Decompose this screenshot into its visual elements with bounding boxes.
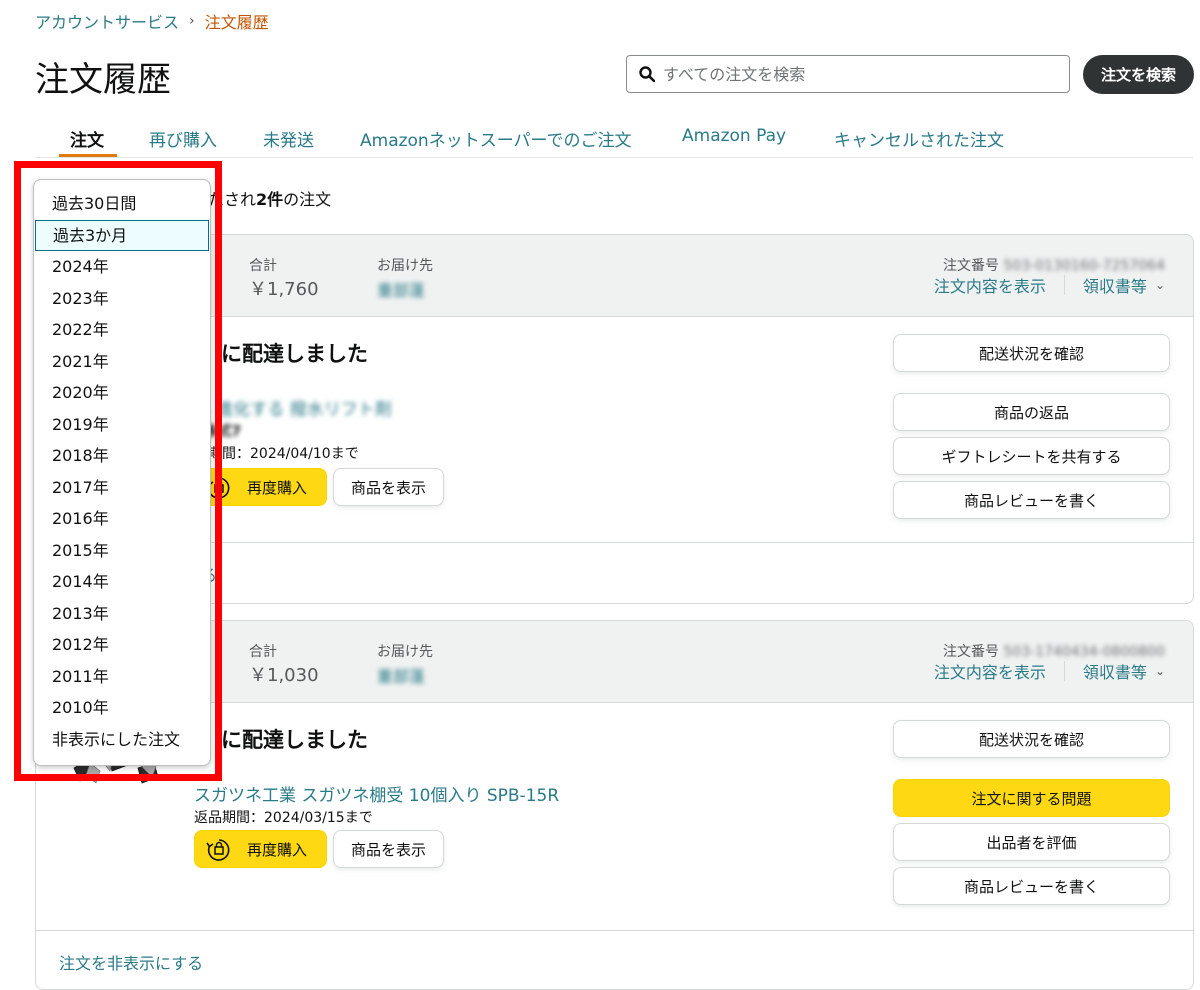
count-suffix: の注文	[283, 190, 332, 209]
ship-to-name[interactable]: 重部蓬	[377, 663, 425, 687]
dropdown-option[interactable]: 2010年	[34, 692, 210, 724]
share-gift-receipt-button[interactable]: ギフトレシートを共有する	[893, 437, 1170, 475]
track-package-button[interactable]: 配送状況を確認	[893, 720, 1170, 758]
tab-amazon-pay[interactable]: Amazon Pay	[682, 126, 786, 146]
dropdown-option[interactable]: 2021年	[34, 346, 210, 378]
rate-seller-button[interactable]: 出品者を評価	[893, 823, 1170, 861]
active-tab-indicator	[59, 154, 117, 157]
ship-to-name[interactable]: 重部蓬	[377, 277, 425, 301]
page-title: 注文履歴	[35, 60, 171, 100]
order-count-text: たされ2件の注文	[208, 186, 331, 210]
view-item-button[interactable]: 商品を表示	[333, 830, 444, 868]
dropdown-option[interactable]: 2013年	[34, 598, 210, 630]
receipt-link[interactable]: 領収書等	[1083, 273, 1147, 297]
view-order-details-link[interactable]: 注文内容を表示	[934, 659, 1046, 683]
receipt-link[interactable]: 領収書等	[1083, 659, 1147, 683]
hide-order-link[interactable]: 注文を非表示にする	[59, 950, 203, 974]
delivery-status: に配達しました	[221, 728, 368, 752]
time-range-dropdown[interactable]: 過去30日間 過去3か月 2024年 2023年 2022年 2021年 202…	[33, 179, 211, 766]
chevron-down-icon[interactable]: ⌄	[1155, 278, 1165, 292]
buy-again-button[interactable]: 再度購入	[194, 468, 327, 506]
tab-net-super[interactable]: Amazonネットスーパーでのご注文	[360, 126, 632, 151]
delivery-status: に配達しました	[221, 342, 368, 366]
product-name-link[interactable]: スガツネ工業 スガツネ棚受 10個入り SPB-15R	[194, 781, 559, 806]
search-icon	[639, 66, 655, 82]
breadcrumb-separator: ›	[189, 13, 195, 29]
search-input[interactable]	[663, 64, 1043, 84]
breadcrumb-account-service[interactable]: アカウントサービス	[35, 9, 179, 33]
tab-cancelled[interactable]: キャンセルされた注文	[834, 126, 1004, 151]
count-prefix-2: され	[224, 190, 257, 209]
buy-again-button[interactable]: 再度購入	[194, 830, 327, 868]
total-label: 合計	[249, 644, 277, 660]
dropdown-option[interactable]: 2011年	[34, 661, 210, 693]
order-number: 503-0130160-7257064	[1003, 258, 1165, 274]
dropdown-option-selected[interactable]: 過去3か月	[35, 219, 209, 251]
card-divider	[36, 930, 1193, 931]
return-item-button[interactable]: 商品の返品	[893, 393, 1170, 431]
total-label: 合計	[249, 258, 277, 274]
order-number-line: 注文番号 503-0130160-7257064	[943, 255, 1165, 275]
breadcrumb: アカウントサービス › 注文履歴	[35, 9, 269, 33]
search-orders-button[interactable]: 注文を検索	[1083, 55, 1194, 94]
write-review-button[interactable]: 商品レビューを書く	[893, 481, 1170, 519]
order-number-label: 注文番号	[943, 644, 1000, 660]
dropdown-option[interactable]: 2024年	[34, 251, 210, 283]
order-number-line: 注文番号 503-1740434-0800800	[943, 641, 1165, 661]
write-review-button[interactable]: 商品レビューを書く	[893, 867, 1170, 905]
order-header-links: 注文内容を表示 領収書等 ⌄	[934, 273, 1165, 297]
dropdown-option[interactable]: 2023年	[34, 283, 210, 315]
dropdown-option[interactable]: 2015年	[34, 535, 210, 567]
dropdown-option[interactable]: 2012年	[34, 629, 210, 661]
buy-again-icon	[206, 839, 230, 861]
dropdown-option[interactable]: 2017年	[34, 472, 210, 504]
search-box[interactable]	[626, 55, 1070, 93]
chevron-down-icon[interactable]: ⌄	[1155, 664, 1165, 678]
order-number: 503-1740434-0800800	[1003, 644, 1165, 660]
product-name-link[interactable]: し 進化する 撥水リフト剤	[194, 395, 392, 420]
breadcrumb-current: 注文履歴	[204, 13, 269, 32]
order-header-links: 注文内容を表示 領収書等 ⌄	[934, 659, 1165, 683]
dropdown-option[interactable]: 2020年	[34, 377, 210, 409]
dropdown-option[interactable]: 2018年	[34, 440, 210, 472]
order-total: ￥1,030	[249, 665, 319, 686]
order-tabs: 注文 再び購入 未発送 Amazonネットスーパーでのご注文 Amazon Pa…	[35, 118, 1193, 158]
tab-buy-again[interactable]: 再び購入	[149, 126, 217, 151]
header-divider	[1063, 661, 1065, 681]
buy-again-label: 再度購入	[247, 840, 308, 859]
dropdown-option[interactable]: 2014年	[34, 566, 210, 598]
tab-orders[interactable]: 注文	[70, 126, 104, 151]
header-divider	[1063, 275, 1065, 295]
return-period: 品期間：2024/04/10まで	[194, 446, 359, 462]
dropdown-option[interactable]: 過去30日間	[34, 188, 210, 220]
order-total: ￥1,760	[249, 279, 319, 300]
buy-again-label: 再度購入	[247, 478, 308, 497]
track-package-button[interactable]: 配送状況を確認	[893, 334, 1170, 372]
order-number-label: 注文番号	[943, 258, 1000, 274]
return-period: 返品期間：2024/03/15まで	[194, 810, 373, 826]
dropdown-option[interactable]: 2019年	[34, 409, 210, 441]
dropdown-option-hidden-orders[interactable]: 非表示にした注文	[34, 724, 210, 756]
ship-to-label: お届け先	[377, 644, 433, 660]
order-problem-button[interactable]: 注文に関する問題	[893, 779, 1170, 817]
view-order-details-link[interactable]: 注文内容を表示	[934, 273, 1046, 297]
view-item-button[interactable]: 商品を表示	[333, 468, 444, 506]
order-count: 2件	[256, 190, 284, 209]
ship-to-label: お届け先	[377, 258, 433, 274]
tab-not-shipped[interactable]: 未発送	[263, 126, 314, 151]
dropdown-option[interactable]: 2016年	[34, 503, 210, 535]
dropdown-option[interactable]: 2022年	[34, 314, 210, 346]
